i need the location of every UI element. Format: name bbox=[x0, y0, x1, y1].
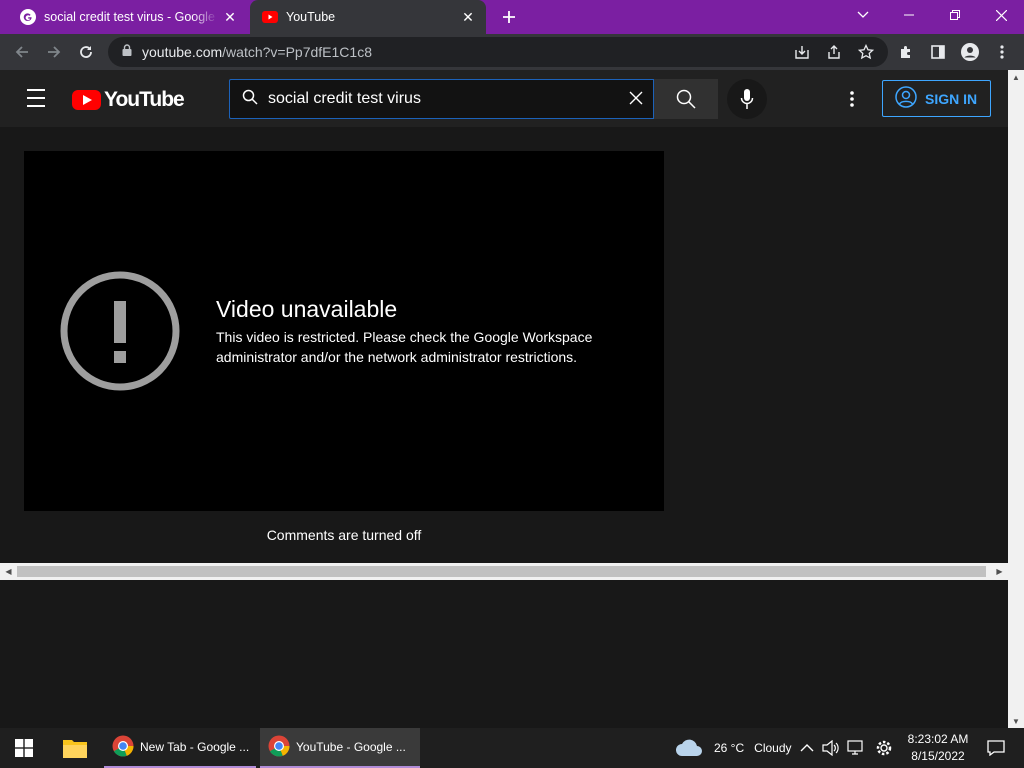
share-icon[interactable] bbox=[820, 38, 848, 66]
youtube-logo[interactable]: YouTube bbox=[72, 88, 185, 112]
error-message: This video is restricted. Please check t… bbox=[216, 329, 593, 365]
tab-search-icon[interactable] bbox=[840, 0, 886, 30]
back-icon[interactable] bbox=[8, 38, 36, 66]
tab-title: YouTube bbox=[286, 10, 336, 24]
clock-date: 8/15/2022 bbox=[911, 749, 965, 763]
bookmark-star-icon[interactable] bbox=[852, 38, 880, 66]
install-icon[interactable] bbox=[788, 38, 816, 66]
youtube-icon bbox=[262, 9, 278, 25]
guide-menu-icon[interactable] bbox=[22, 86, 50, 110]
microphone-icon bbox=[740, 89, 754, 109]
chrome-icon bbox=[112, 735, 134, 760]
notifications-icon[interactable] bbox=[987, 728, 1005, 768]
app-label: New Tab - Google ... bbox=[140, 740, 250, 754]
search-icon bbox=[676, 89, 696, 109]
youtube-page: YouTube social credit test virus SIGN IN bbox=[0, 70, 1008, 563]
search-button[interactable] bbox=[654, 79, 718, 119]
close-tab-icon[interactable]: ✕ bbox=[218, 5, 242, 29]
lock-icon[interactable] bbox=[122, 43, 134, 61]
new-tab-button[interactable] bbox=[497, 5, 521, 29]
forward-icon[interactable] bbox=[40, 38, 68, 66]
clear-search-icon[interactable] bbox=[629, 89, 643, 110]
reload-icon[interactable] bbox=[72, 38, 100, 66]
profile-icon[interactable] bbox=[956, 38, 984, 66]
account-icon bbox=[895, 86, 917, 111]
folder-icon bbox=[63, 740, 87, 758]
youtube-play-icon bbox=[72, 90, 101, 110]
menu-icon[interactable] bbox=[988, 38, 1016, 66]
voice-search-button[interactable] bbox=[727, 79, 767, 119]
horizontal-scrollbar[interactable]: ◀ ▶ bbox=[0, 563, 1008, 580]
restore-icon[interactable] bbox=[932, 0, 978, 30]
scrollbar-thumb[interactable] bbox=[17, 566, 986, 577]
logo-text: YouTube bbox=[104, 88, 185, 111]
taskbar: New Tab - Google ... YouTube - Google ..… bbox=[0, 728, 1024, 768]
start-button[interactable] bbox=[0, 728, 48, 768]
scroll-up-icon[interactable]: ▲ bbox=[1008, 70, 1024, 84]
sign-in-button[interactable]: SIGN IN bbox=[882, 80, 991, 117]
extensions-icon[interactable] bbox=[892, 38, 920, 66]
close-tab-icon[interactable]: ✕ bbox=[456, 5, 480, 29]
taskbar-app-new-tab[interactable]: New Tab - Google ... bbox=[104, 728, 256, 768]
search-icon bbox=[242, 89, 258, 110]
weather-temp: 26 °C bbox=[714, 741, 745, 755]
video-player[interactable]: Video unavailable This video is restrict… bbox=[24, 151, 664, 511]
chrome-icon bbox=[268, 735, 290, 760]
tab-youtube[interactable]: YouTube ✕ bbox=[250, 0, 486, 34]
tab-title: social credit test virus - Google Search bbox=[44, 10, 218, 24]
tab-google-search[interactable]: social credit test virus - Google Search… bbox=[8, 0, 248, 34]
vertical-scrollbar[interactable]: ▲ ▼ bbox=[1008, 70, 1024, 728]
weather-widget[interactable]: 26 °C Cloudy bbox=[674, 728, 792, 768]
clock[interactable]: 8:23:02 AM 8/15/2022 bbox=[900, 731, 976, 765]
masthead: YouTube social credit test virus SIGN IN bbox=[0, 70, 1008, 127]
network-icon[interactable] bbox=[847, 728, 865, 768]
settings-gear-icon[interactable] bbox=[875, 728, 893, 768]
sign-in-label: SIGN IN bbox=[925, 90, 978, 107]
url-text: youtube.com/watch?v=Pp7dfE1C1c8 bbox=[142, 44, 372, 60]
app-label: YouTube - Google ... bbox=[296, 740, 406, 754]
error-title: Video unavailable bbox=[216, 296, 398, 322]
weather-condition: Cloudy bbox=[754, 741, 792, 755]
exclamation-icon bbox=[60, 271, 180, 396]
comments-status: Comments are turned off bbox=[266, 527, 422, 543]
scroll-left-icon[interactable]: ◀ bbox=[0, 563, 17, 580]
url-host: youtube.com bbox=[142, 44, 223, 60]
clock-time: 8:23:02 AM bbox=[907, 732, 969, 746]
search-query[interactable]: social credit test virus bbox=[268, 90, 629, 108]
chevron-up-icon bbox=[800, 744, 814, 752]
show-hidden-icons[interactable] bbox=[800, 728, 814, 768]
windows-icon bbox=[15, 739, 33, 757]
close-window-icon[interactable] bbox=[978, 0, 1024, 30]
file-explorer-button[interactable] bbox=[50, 728, 100, 768]
address-bar[interactable]: youtube.com/watch?v=Pp7dfE1C1c8 bbox=[108, 37, 888, 67]
side-panel-icon[interactable] bbox=[924, 38, 952, 66]
google-icon bbox=[20, 9, 36, 25]
search-input[interactable]: social credit test virus bbox=[229, 79, 654, 119]
volume-icon[interactable] bbox=[822, 728, 840, 768]
browser-toolbar: youtube.com/watch?v=Pp7dfE1C1c8 bbox=[0, 34, 1024, 70]
page-blank-area bbox=[0, 580, 1008, 728]
tab-strip: social credit test virus - Google Search… bbox=[0, 0, 1024, 34]
minimize-icon[interactable] bbox=[886, 0, 932, 30]
taskbar-app-youtube[interactable]: YouTube - Google ... bbox=[260, 728, 420, 768]
settings-menu-icon[interactable] bbox=[840, 87, 864, 111]
plus-icon bbox=[503, 11, 515, 23]
scroll-right-icon[interactable]: ▶ bbox=[991, 563, 1008, 580]
url-path: /watch?v=Pp7dfE1C1c8 bbox=[222, 44, 372, 60]
scroll-down-icon[interactable]: ▼ bbox=[1008, 714, 1024, 728]
cloud-icon bbox=[676, 739, 702, 756]
